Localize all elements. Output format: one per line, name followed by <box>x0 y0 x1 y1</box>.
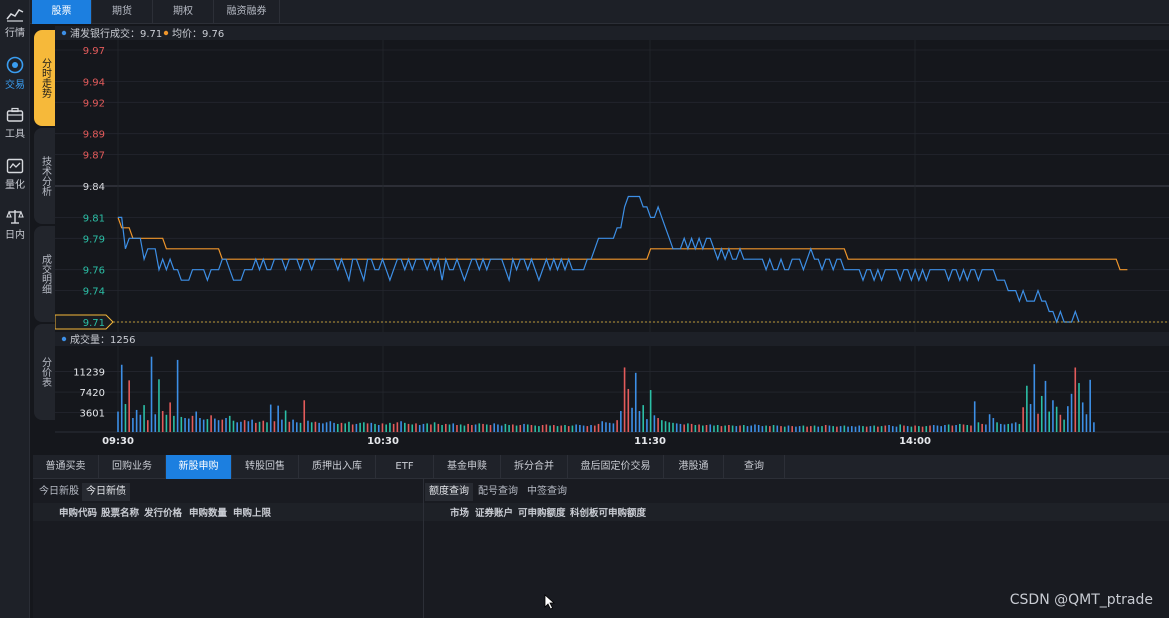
tab-after-hours-fixed-price[interactable]: 盘后固定价交易 <box>568 455 664 479</box>
trading-panel: 普通买卖 回购业务 新股申购 转股回售 质押出入库 ETF 基金申赎 拆分合并 … <box>33 455 1169 618</box>
price-tick-label: 9.92 <box>83 98 105 109</box>
tab-stocks[interactable]: 股票 <box>32 0 92 24</box>
trade-function-tabs: 普通买卖 回购业务 新股申购 转股回售 质押出入库 ETF 基金申赎 拆分合并 … <box>33 455 1169 479</box>
sidebar-item-label: 量化 <box>5 180 25 191</box>
price-tick-label: 9.84 <box>83 182 105 193</box>
current-price-label: 9.71 <box>83 318 105 329</box>
tab-repo[interactable]: 回购业务 <box>99 455 166 479</box>
tab-technical-analysis[interactable]: 技术分析 <box>34 128 56 224</box>
market-chart-icon <box>6 9 24 22</box>
price-tick-label: 9.89 <box>83 130 105 141</box>
tab-timeshare[interactable]: 分时走势 <box>34 30 56 126</box>
volume-tick-label: 7420 <box>80 388 105 399</box>
price-tick-label: 9.81 <box>83 213 105 224</box>
price-tick-label: 9.97 <box>83 46 105 57</box>
tab-fund-subscribe-redeem[interactable]: 基金申赎 <box>434 455 501 479</box>
col-subscription-limit[interactable]: 申购上限 <box>233 505 271 519</box>
quant-icon <box>6 158 24 174</box>
time-tick-label: 10:30 <box>367 436 399 447</box>
col-stock-name[interactable]: 股票名称 <box>101 505 139 519</box>
sidebar-item-trade[interactable]: 交易 <box>0 50 30 96</box>
market-type-tabs: 股票 期货 期权 融资融券 <box>30 0 1169 24</box>
volume-legend: 成交量：1256 <box>70 333 135 346</box>
col-market[interactable]: 市场 <box>450 505 469 519</box>
tab-today-new-stocks[interactable]: 今日新股 <box>35 483 83 501</box>
sidebar-item-label: 交易 <box>5 80 25 91</box>
price-tick-label: 9.87 <box>83 151 105 162</box>
panel-divider[interactable] <box>423 479 424 618</box>
sidebar-item-label: 工具 <box>5 129 25 140</box>
avg-legend-dot <box>163 30 169 36</box>
tab-quota-query[interactable]: 额度查询 <box>425 483 473 501</box>
col-issue-price[interactable]: 发行价格 <box>144 505 182 519</box>
tab-hk-connect[interactable]: 港股通 <box>664 455 724 479</box>
chart-svg: 浦发银行 成交：9.71 均价：9.76 9.97 9.94 9.92 9.89 9.8… <box>54 24 1169 450</box>
legend-trade-price: 成交：9.71 <box>110 27 162 40</box>
sidebar-item-quant[interactable]: 量化 <box>0 152 30 198</box>
legend-avg-price: 均价：9.76 <box>172 28 224 40</box>
volume-tick-label: 3601 <box>80 409 105 420</box>
price-legend-dot <box>61 30 67 36</box>
legend-stock-name: 浦发银行 <box>70 27 110 40</box>
tab-trade-details[interactable]: 成交明细 <box>34 226 56 322</box>
intraday-chart[interactable]: 浦发银行 成交：9.71 均价：9.76 9.97 9.94 9.92 9.89 9.8… <box>54 24 1169 450</box>
tab-futures[interactable]: 期货 <box>92 0 153 24</box>
col-subscription-code[interactable]: 申购代码 <box>59 505 97 519</box>
tab-query[interactable]: 查询 <box>724 455 785 479</box>
trading-app: 行情 交易 工具 量化 日内 股票 期货 期权 融资融券 分时走势 技术分析 成… <box>0 0 1169 618</box>
tab-normal-trade[interactable]: 普通买卖 <box>33 455 99 479</box>
trade-target-icon <box>6 56 24 74</box>
price-tick-label: 9.94 <box>83 77 105 88</box>
tab-allotment-query[interactable]: 配号查询 <box>474 483 522 501</box>
sidebar-item-market[interactable]: 行情 <box>0 0 30 46</box>
sidebar-item-intraday[interactable]: 日内 <box>0 202 30 248</box>
tab-conversion-putback[interactable]: 转股回售 <box>232 455 299 479</box>
time-tick-label: 14:00 <box>899 436 931 447</box>
col-available-quota[interactable]: 可申购额度 <box>518 505 566 519</box>
sidebar-item-label: 行情 <box>5 28 25 39</box>
time-tick-label: 11:30 <box>634 436 666 447</box>
tab-margin-trading[interactable]: 融资融券 <box>214 0 280 24</box>
mouse-cursor-icon <box>544 594 556 610</box>
tab-ipo-subscription[interactable]: 新股申购 <box>166 455 232 479</box>
tab-today-new-bonds[interactable]: 今日新债 <box>82 483 130 501</box>
tab-pledge-inout[interactable]: 质押出入库 <box>299 455 376 479</box>
volume-legend-dot <box>61 336 67 342</box>
intraday-scale-icon <box>6 210 24 224</box>
time-tick-label: 09:30 <box>102 436 134 447</box>
tab-price-table[interactable]: 分价表 <box>34 324 56 420</box>
sidebar-nav: 行情 交易 工具 量化 日内 <box>0 0 30 618</box>
col-subscription-quantity[interactable]: 申购数量 <box>189 505 227 519</box>
sidebar-item-tools[interactable]: 工具 <box>0 101 30 147</box>
toolbox-icon <box>6 107 24 122</box>
tab-options[interactable]: 期权 <box>153 0 214 24</box>
chart-view-tabs: 分时走势 技术分析 成交明细 分价表 <box>30 26 56 450</box>
tab-split-merge[interactable]: 拆分合并 <box>501 455 568 479</box>
watermark: CSDN @QMT_ptrade <box>1009 592 1153 608</box>
volume-tick-label: 11239 <box>73 368 105 379</box>
tab-lottery-query[interactable]: 中签查询 <box>523 483 571 501</box>
sidebar-item-label: 日内 <box>5 230 25 241</box>
price-tick-label: 9.79 <box>83 234 105 245</box>
col-securities-account[interactable]: 证券账户 <box>475 505 513 519</box>
price-tick-label: 9.76 <box>83 266 105 277</box>
price-tick-label: 9.74 <box>83 287 105 298</box>
col-star-market-quota[interactable]: 科创板可申购额度 <box>570 505 646 519</box>
tab-etf[interactable]: ETF <box>376 455 434 479</box>
